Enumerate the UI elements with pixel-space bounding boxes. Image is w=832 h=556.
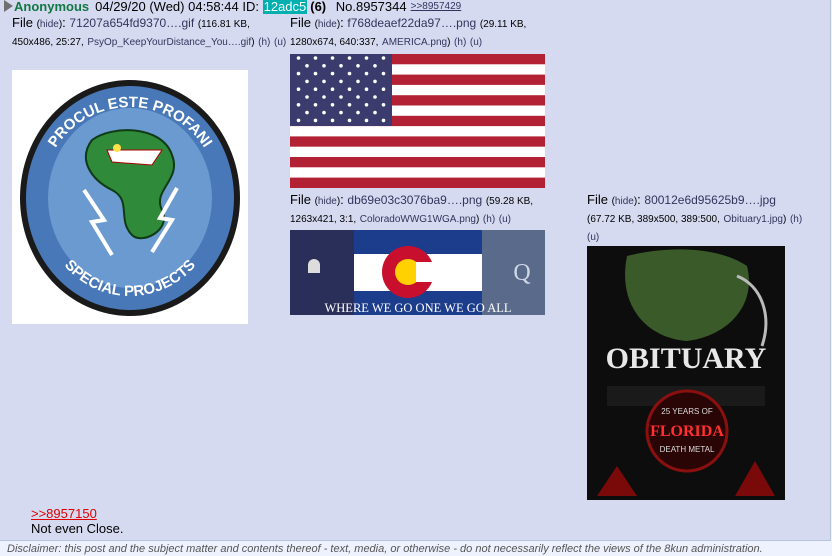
file-image-4[interactable]: OBITUARY 25 YEARS OF FLORIDA DEATH METAL	[587, 246, 785, 500]
file-meta-dimensions: 1263x421, 3:1,	[290, 214, 357, 225]
file-info-3: File (hide): db69e03c3076ba9….png (59.28…	[290, 192, 534, 225]
file-name-link[interactable]: f768deaef22da97….png	[347, 16, 476, 30]
banner-caption: WHERE WE GO ONE WE GO ALL	[324, 301, 511, 315]
poster-death-metal-text: DEATH METAL	[660, 445, 715, 454]
american-flag-image	[290, 54, 545, 188]
special-projects-patch-image: PROCUL ESTE PROFANI SPECIAL PROJECTS	[12, 70, 248, 324]
post-number[interactable]: No.8957344	[336, 0, 407, 14]
file-meta: (29.11 KB,	[479, 19, 527, 30]
file-name-link[interactable]: 71207a654fd9370….gif	[69, 16, 194, 30]
file-info-1: File (hide): 71207a654fd9370….gif (116.8…	[12, 15, 287, 48]
file-info-4: File (hide): 80012e6d95625b9….jpg (67.72…	[587, 192, 803, 243]
file-u-link[interactable]: (u)	[470, 37, 482, 48]
file-meta-dimensions: 1280x674, 640:337,	[290, 37, 379, 48]
file-image-3[interactable]: Q WHERE WE GO ONE WE GO ALL	[290, 230, 545, 315]
file-u-link[interactable]: (u)	[499, 214, 511, 225]
file-u-link[interactable]: (u)	[587, 232, 599, 243]
backlink[interactable]: >>8957429	[411, 1, 462, 12]
file-label: File	[587, 192, 608, 207]
poster-id[interactable]: 12adc5	[262, 0, 308, 14]
post-text: Not even Close.	[31, 521, 124, 536]
file-h-link[interactable]: (h)	[483, 214, 495, 225]
file-original-name-link[interactable]: ColoradoWWG1WGA.png	[360, 214, 476, 225]
file-h-link[interactable]: (h)	[454, 37, 466, 48]
skull-icon	[308, 259, 320, 273]
poster-band-name: OBITUARY	[606, 342, 767, 375]
file-meta: (59.28 KB,	[485, 196, 534, 207]
id-post-count: (6)	[310, 0, 327, 14]
svg-text:Q: Q	[513, 260, 530, 286]
file-u-link[interactable]: (u)	[274, 37, 286, 48]
quote-link[interactable]: >>8957150	[31, 506, 97, 521]
hide-link[interactable]: hide	[318, 19, 337, 30]
file-image-1[interactable]: PROCUL ESTE PROFANI SPECIAL PROJECTS	[12, 70, 248, 324]
file-name-link[interactable]: 80012e6d95625b9….jpg	[644, 193, 775, 207]
poster-florida-text: FLORIDA	[650, 423, 724, 440]
poster-name: Anonymous	[14, 0, 90, 14]
file-meta: (67.72 KB, 389x500, 389:500,	[587, 214, 720, 225]
post-container: Anonymous 04/29/20 (Wed) 04:58:44 ID: 12a…	[0, 0, 831, 541]
file-info-2: File (hide): f768deaef22da97….png (29.11…	[290, 15, 527, 48]
post-body: >>8957150 Not even Close.	[31, 506, 124, 536]
hide-link[interactable]: hide	[615, 196, 634, 207]
post-intro: Anonymous 04/29/20 (Wed) 04:58:44 ID: 12a…	[4, 0, 461, 14]
hide-link[interactable]: hide	[40, 19, 59, 30]
file-original-name-link[interactable]: AMERICA.png	[382, 37, 447, 48]
file-label: File	[12, 15, 33, 30]
obituary-poster-image: OBITUARY 25 YEARS OF FLORIDA DEATH METAL	[587, 246, 785, 500]
file-image-2[interactable]	[290, 54, 545, 188]
file-h-link[interactable]: (h)	[258, 37, 270, 48]
file-h-link[interactable]: (h)	[790, 214, 802, 225]
file-label: File	[290, 192, 311, 207]
file-name-link[interactable]: db69e03c3076ba9….png	[347, 193, 482, 207]
post-menu-triangle-icon[interactable]	[4, 0, 13, 12]
id-label: ID:	[242, 0, 259, 14]
file-original-name-link[interactable]: Obituary1.jpg	[724, 214, 783, 225]
hide-link[interactable]: hide	[318, 196, 337, 207]
poster-years-text: 25 YEARS OF	[661, 407, 713, 416]
post-date: 04/29/20 (Wed) 04:58:44	[95, 0, 239, 14]
disclaimer: Disclaimer: this post and the subject ma…	[7, 543, 763, 555]
colorado-banner-image: Q WHERE WE GO ONE WE GO ALL	[290, 230, 545, 315]
file-label: File	[290, 15, 311, 30]
file-original-name-link[interactable]: PsyOp_KeepYourDistance_You….gif	[87, 37, 251, 48]
